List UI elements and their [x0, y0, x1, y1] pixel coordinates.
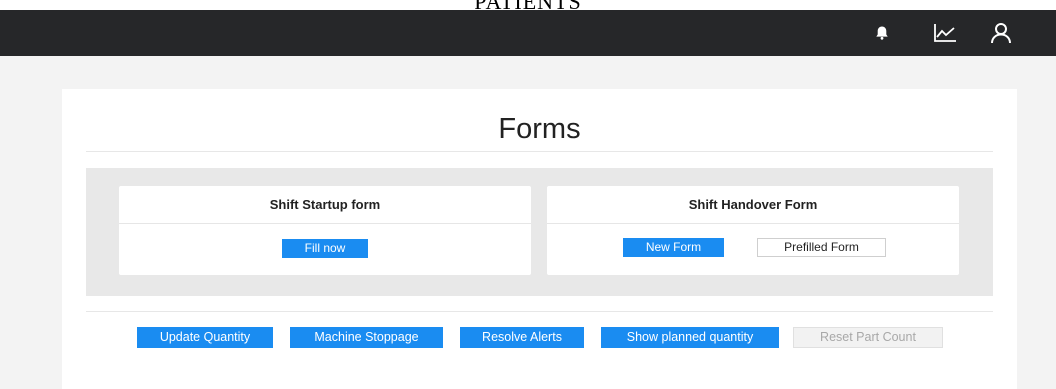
top-caption-strip: PATIENTS: [0, 0, 1056, 10]
prefilled-form-button[interactable]: Prefilled Form: [757, 238, 886, 257]
actions-divider: [86, 311, 993, 312]
machine-stoppage-button[interactable]: Machine Stoppage: [290, 327, 443, 348]
shift-startup-title: Shift Startup form: [119, 186, 531, 224]
page-title: Forms: [498, 113, 581, 145]
title-divider: [86, 151, 993, 152]
chart-line-icon[interactable]: [930, 18, 960, 48]
shift-handover-card: Shift Handover Form New Form Prefilled F…: [547, 186, 959, 275]
reset-part-count-button[interactable]: Reset Part Count: [793, 327, 943, 348]
update-quantity-button[interactable]: Update Quantity: [137, 327, 273, 348]
top-navbar: [0, 10, 1056, 56]
top-caption: PATIENTS: [0, 0, 1056, 10]
forms-card: Forms Shift Startup form Fill now Shift …: [62, 89, 1017, 389]
bell-icon[interactable]: [867, 18, 897, 48]
show-planned-quantity-button[interactable]: Show planned quantity: [601, 327, 779, 348]
new-form-button[interactable]: New Form: [623, 238, 724, 257]
action-bar: Update Quantity Machine Stoppage Resolve…: [62, 327, 1017, 349]
forms-panel: Shift Startup form Fill now Shift Handov…: [86, 168, 993, 296]
user-icon[interactable]: [986, 18, 1016, 48]
fill-now-button[interactable]: Fill now: [282, 239, 368, 258]
shift-startup-card: Shift Startup form Fill now: [119, 186, 531, 275]
shift-handover-title: Shift Handover Form: [547, 186, 959, 224]
resolve-alerts-button[interactable]: Resolve Alerts: [460, 327, 584, 348]
